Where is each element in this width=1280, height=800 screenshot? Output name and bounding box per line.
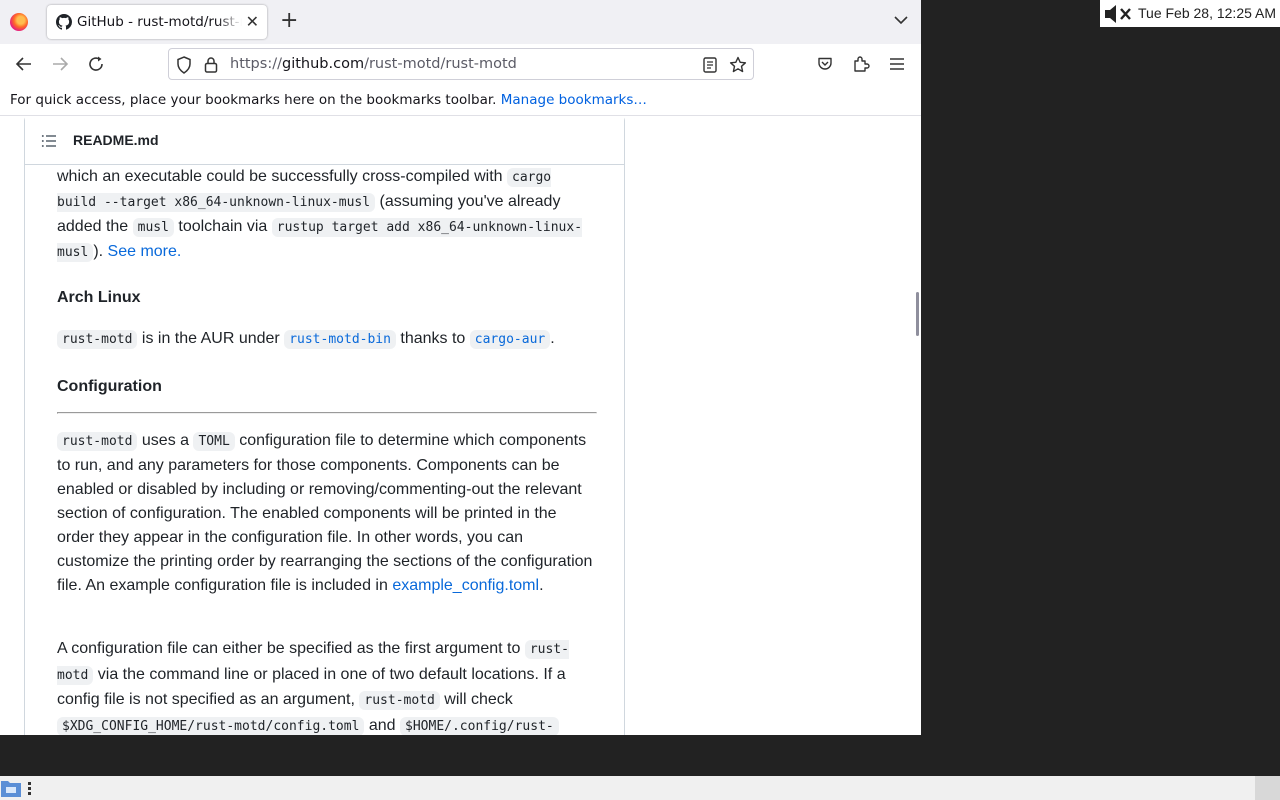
shield-icon[interactable] xyxy=(176,56,192,74)
navigation-bar: https://github.com/rust-motd/rust-motd xyxy=(0,44,921,84)
forward-button[interactable] xyxy=(48,52,72,76)
see-more-link[interactable]: See more. xyxy=(108,243,182,260)
puzzle-icon xyxy=(854,56,870,72)
github-icon xyxy=(56,14,72,30)
close-tab-icon[interactable]: ✕ xyxy=(246,12,259,31)
reload-icon xyxy=(89,56,103,71)
firefox-icon[interactable] xyxy=(10,13,28,31)
inline-code: $XDG_CONFIG_HOME/rust-motd/config.toml xyxy=(57,716,365,735)
taskbar xyxy=(0,776,1280,800)
tab-github[interactable]: GitHub - rust-motd/rust-motd ✕ xyxy=(47,5,267,39)
bookmarks-prompt: For quick access, place your bookmarks h… xyxy=(10,92,647,108)
heading-arch-linux: Arch Linux xyxy=(57,289,141,306)
inline-code: musl xyxy=(132,218,174,237)
arrow-right-icon xyxy=(53,57,69,71)
paragraph-configuration: rust-motd uses a TOML configuration file… xyxy=(57,432,593,594)
drag-handle-icon[interactable] xyxy=(27,781,32,795)
example-config-link[interactable]: example_config.toml xyxy=(392,577,539,594)
readme-header: README.md xyxy=(25,116,624,165)
inline-code: $HOME/.config/rust- xyxy=(400,716,559,735)
arrow-left-icon xyxy=(15,57,31,71)
tab-bar: GitHub - rust-motd/rust-motd ✕ + xyxy=(0,0,921,44)
hamburger-menu-icon xyxy=(890,58,904,70)
heading-configuration: Configuration xyxy=(57,378,162,395)
system-tray: Tue Feb 28, 12:25 AM xyxy=(1100,0,1280,27)
url-text[interactable]: https://github.com/rust-motd/rust-motd xyxy=(230,56,517,72)
inline-code: rust-motd xyxy=(57,432,138,451)
file-manager-icon[interactable] xyxy=(0,778,22,798)
reader-view-icon[interactable] xyxy=(703,57,717,73)
browser-window: GitHub - rust-motd/rust-motd ✕ + https:/… xyxy=(0,0,921,735)
show-desktop-button[interactable] xyxy=(1255,776,1280,800)
url-bar[interactable]: https://github.com/rust-motd/rust-motd xyxy=(168,48,754,80)
page-content[interactable]: README.md which an executable could be s… xyxy=(0,116,921,735)
scrollbar-thumb[interactable] xyxy=(916,292,919,336)
back-button[interactable] xyxy=(12,52,36,76)
inline-code: rust-motd xyxy=(57,330,138,349)
extensions-button[interactable] xyxy=(849,52,873,76)
clock[interactable]: Tue Feb 28, 12:25 AM xyxy=(1138,5,1276,21)
inline-code: rust-motd xyxy=(359,691,440,710)
pocket-icon xyxy=(818,57,832,70)
paragraph-aur: rust-motd is in the AUR under rust-motd-… xyxy=(57,327,597,352)
bookmarks-toolbar: For quick access, place your bookmarks h… xyxy=(0,84,921,116)
reload-button[interactable] xyxy=(84,52,108,76)
pocket-button[interactable] xyxy=(813,52,837,76)
heading-divider xyxy=(57,412,597,414)
cargo-aur-link[interactable]: cargo-aur xyxy=(469,330,551,349)
manage-bookmarks-link[interactable]: Manage bookmarks… xyxy=(501,92,647,108)
table-of-contents-icon[interactable] xyxy=(41,133,57,149)
paragraph-cross-compile: which an executable could be successfull… xyxy=(57,168,583,262)
chevron-down-icon[interactable] xyxy=(893,12,909,28)
volume-muted-icon[interactable] xyxy=(1103,4,1133,24)
rust-motd-bin-link[interactable]: rust-motd-bin xyxy=(284,330,396,349)
new-tab-button[interactable]: + xyxy=(280,9,298,33)
inline-code: TOML xyxy=(193,432,235,451)
lock-icon[interactable] xyxy=(204,56,218,73)
star-icon[interactable] xyxy=(729,56,747,74)
readme-box: README.md which an executable could be s… xyxy=(24,116,625,735)
readme-filename: README.md xyxy=(73,132,159,148)
paragraph-config-location: A configuration file can either be speci… xyxy=(57,640,569,735)
tab-title: GitHub - rust-motd/rust-motd xyxy=(77,14,242,30)
menu-button[interactable] xyxy=(885,52,909,76)
